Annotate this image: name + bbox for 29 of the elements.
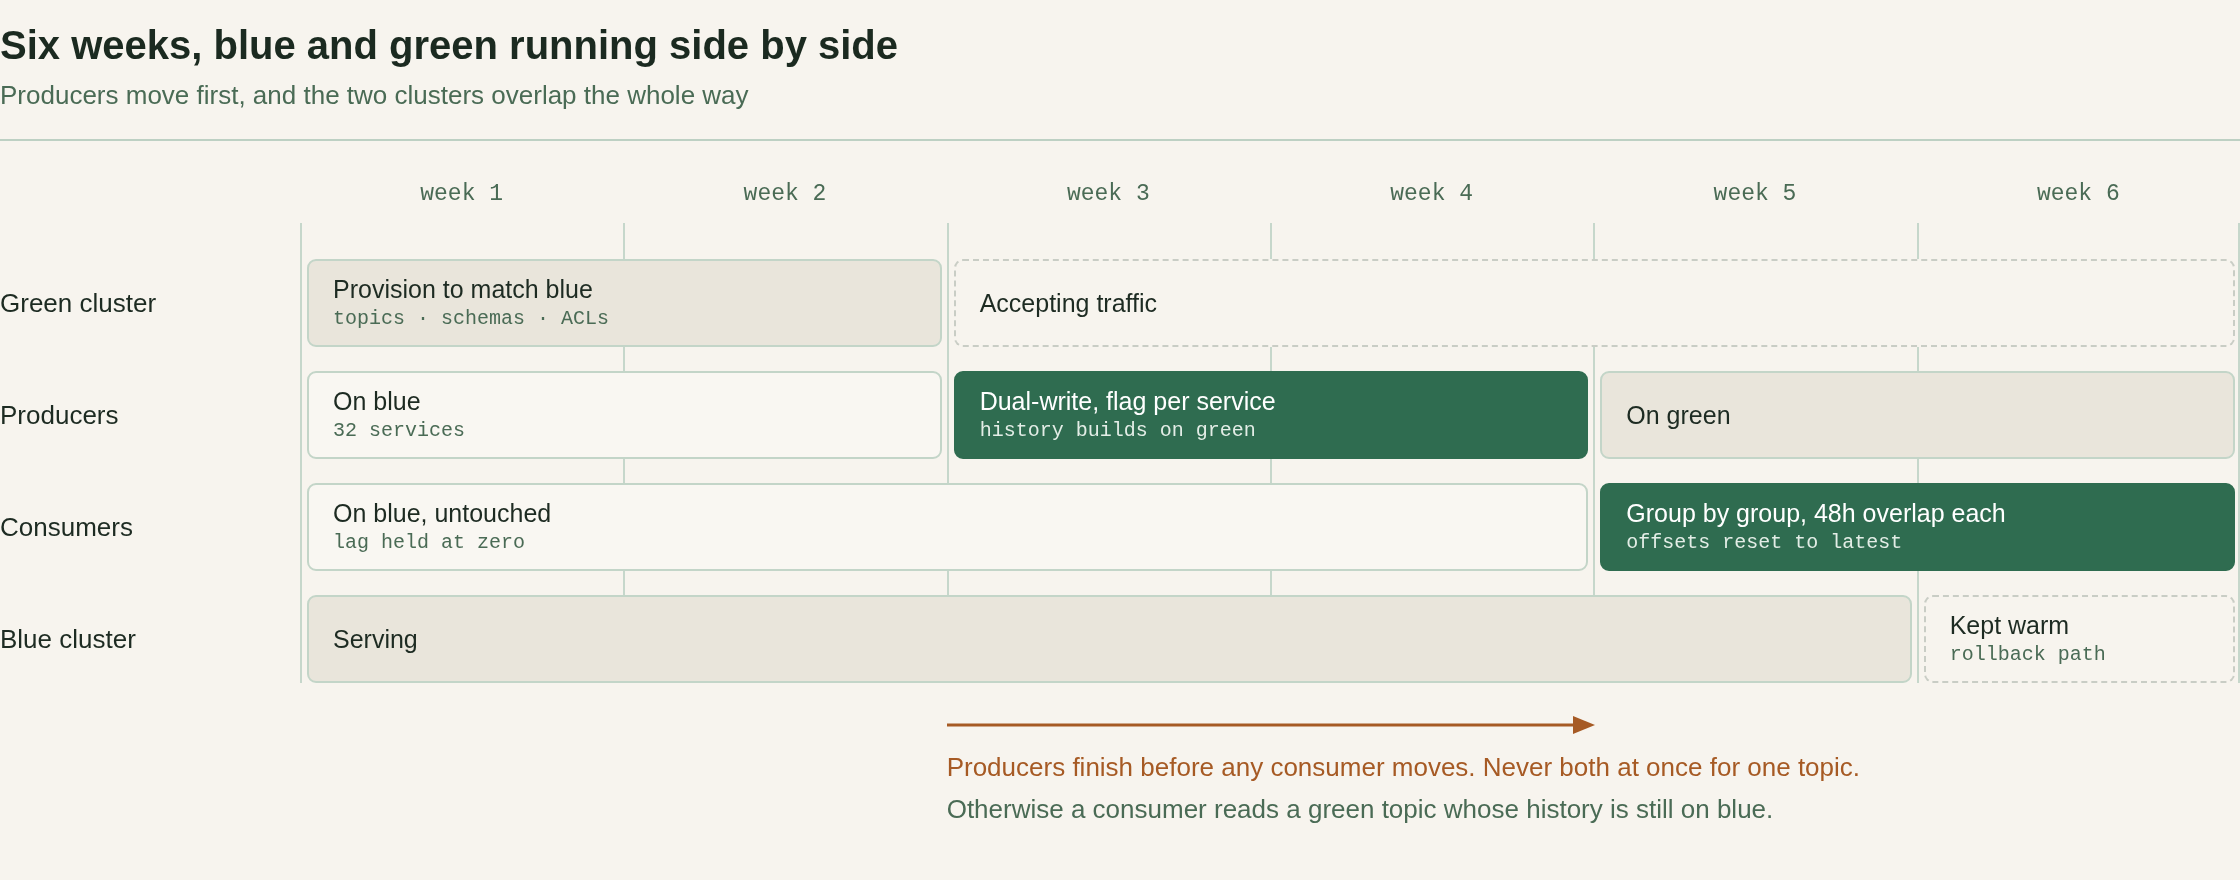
- lane-label: Producers: [0, 398, 120, 432]
- bar-title: On green: [1626, 400, 1732, 431]
- chart-title: Six weeks, blue and green running side by side: [0, 22, 900, 69]
- bar-detail: history builds on green: [979, 418, 1257, 444]
- bar-title: Group by group, 48h overlap each: [1626, 498, 2007, 529]
- note-text: Producers finish before any consumer moves. Never both at once for one topic.: [946, 751, 1862, 784]
- lane-label: Consumers: [0, 510, 134, 544]
- bar-detail: lag held at zero: [333, 530, 527, 556]
- week-label: week 1: [419, 181, 505, 209]
- bar-detail: 32 services: [333, 418, 467, 444]
- bar-title: Provision to match blue: [333, 274, 594, 305]
- week-label: week 6: [2035, 181, 2121, 209]
- week-label: week 5: [1712, 181, 1798, 209]
- chart-subtitle: Producers move first, and the two clusters overlap the whole way: [0, 79, 750, 112]
- bar-title: Accepting traffic: [979, 288, 1159, 319]
- bar-title: Dual-write, flag per service: [979, 386, 1277, 417]
- bar-title: On blue, untouched: [333, 498, 553, 529]
- bar-title: Serving: [333, 624, 419, 655]
- bar-title: On blue: [333, 386, 422, 417]
- bar-title: Kept warm: [1949, 610, 2071, 641]
- lane-label: Green cluster: [0, 286, 158, 320]
- week-label: week 4: [1389, 181, 1475, 209]
- week-label: week 2: [742, 181, 828, 209]
- bar-detail: rollback path: [1949, 642, 2107, 668]
- week-label: week 3: [1065, 181, 1151, 209]
- bar-detail: offsets reset to latest: [1626, 530, 1904, 556]
- note-text: Otherwise a consumer reads a green topic whose history is still on blue.: [946, 793, 1775, 826]
- lane-label: Blue cluster: [0, 622, 137, 656]
- bar-detail: topics · schemas · ACLs: [333, 306, 611, 332]
